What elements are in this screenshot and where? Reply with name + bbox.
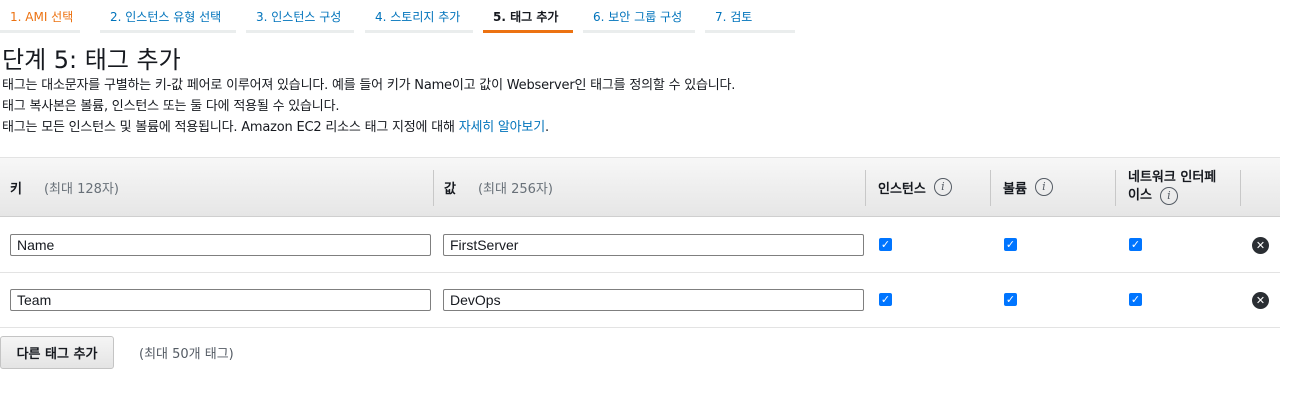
column-divider: [1240, 170, 1241, 206]
tags-table-header: 키 (최대 128자) 값 (최대 256자) 인스턴스 i 볼륨 i 네트워크…: [0, 157, 1280, 217]
header-value: 값 (최대 256자): [444, 158, 553, 216]
description-end: .: [544, 120, 549, 135]
header-value-hint: (최대 256자): [477, 181, 553, 197]
step-configure-instance[interactable]: 3. 인스턴스 구성: [246, 0, 354, 33]
header-volumes: 볼륨 i: [1003, 158, 1053, 216]
tag-key-input[interactable]: [10, 289, 431, 311]
header-instances: 인스턴스 i: [878, 158, 952, 216]
header-network-interfaces: 네트워크 인터페 이스 i: [1128, 158, 1216, 216]
header-key-label: 키: [10, 181, 22, 197]
step-choose-instance-type[interactable]: 2. 인스턴스 유형 선택: [100, 0, 236, 33]
table-row: ✓ ✓ ✓ ✕: [0, 273, 1280, 328]
step-configure-security-group[interactable]: 6. 보안 그룹 구성: [583, 0, 695, 33]
volumes-checkbox[interactable]: ✓: [1004, 293, 1017, 306]
network-interfaces-checkbox[interactable]: ✓: [1129, 238, 1142, 251]
description-line-2: 태그 복사본은 볼륨, 인스턴스 또는 둘 다에 적용될 수 있습니다.: [2, 99, 340, 114]
info-icon[interactable]: i: [1159, 187, 1178, 205]
description-line-3: 태그는 모든 인스턴스 및 볼륨에 적용됩니다. Amazon EC2 리소스 …: [2, 116, 549, 135]
remove-circle-icon[interactable]: ✕: [1252, 237, 1269, 254]
header-network-line-2-text: 이스: [1128, 188, 1152, 203]
network-interfaces-checkbox[interactable]: ✓: [1129, 293, 1142, 306]
learn-more-link[interactable]: 자세히 알아보기: [459, 120, 545, 135]
header-instances-label: 인스턴스: [878, 181, 926, 197]
column-divider: [865, 170, 866, 206]
header-value-label: 값: [444, 181, 456, 197]
tag-value-input[interactable]: [443, 234, 864, 256]
step-add-storage[interactable]: 4. 스토리지 추가: [365, 0, 473, 33]
description-line-1: 태그는 대소문자를 구별하는 키-값 페어로 이루어져 있습니다. 예를 들어 …: [2, 78, 736, 93]
column-divider: [1115, 170, 1116, 206]
wizard-steps: 1. AMI 선택 2. 인스턴스 유형 선택 3. 인스턴스 구성 4. 스토…: [0, 0, 800, 33]
header-key-hint: (최대 128자): [43, 181, 119, 197]
description-text: 태그는 모든 인스턴스 및 볼륨에 적용됩니다. Amazon EC2 리소스 …: [2, 120, 459, 135]
remove-circle-icon[interactable]: ✕: [1252, 292, 1269, 309]
step-add-tags[interactable]: 5. 태그 추가: [483, 0, 573, 33]
header-network-label: 네트워크 인터페 이스 i: [1128, 169, 1216, 205]
column-divider: [990, 170, 991, 206]
instances-checkbox[interactable]: ✓: [879, 238, 892, 251]
tag-key-input[interactable]: [10, 234, 431, 256]
column-divider: [433, 170, 434, 206]
step-choose-ami[interactable]: 1. AMI 선택: [0, 0, 80, 33]
header-network-line-2: 이스 i: [1128, 187, 1216, 205]
table-row: ✓ ✓ ✓ ✕: [0, 218, 1280, 273]
step-review[interactable]: 7. 검토: [705, 0, 795, 33]
tag-value-input[interactable]: [443, 289, 864, 311]
page-title: 단계 5: 태그 추가: [2, 46, 181, 74]
info-icon[interactable]: i: [1034, 178, 1053, 196]
max-tags-hint: (최대 50개 태그): [139, 347, 234, 362]
info-icon[interactable]: i: [933, 178, 952, 196]
header-volumes-label: 볼륨: [1003, 181, 1027, 197]
header-key: 키 (최대 128자): [10, 158, 119, 216]
add-another-tag-button[interactable]: 다른 태그 추가: [0, 336, 114, 369]
instances-checkbox[interactable]: ✓: [879, 293, 892, 306]
volumes-checkbox[interactable]: ✓: [1004, 238, 1017, 251]
header-network-line-1: 네트워크 인터페: [1128, 170, 1217, 185]
